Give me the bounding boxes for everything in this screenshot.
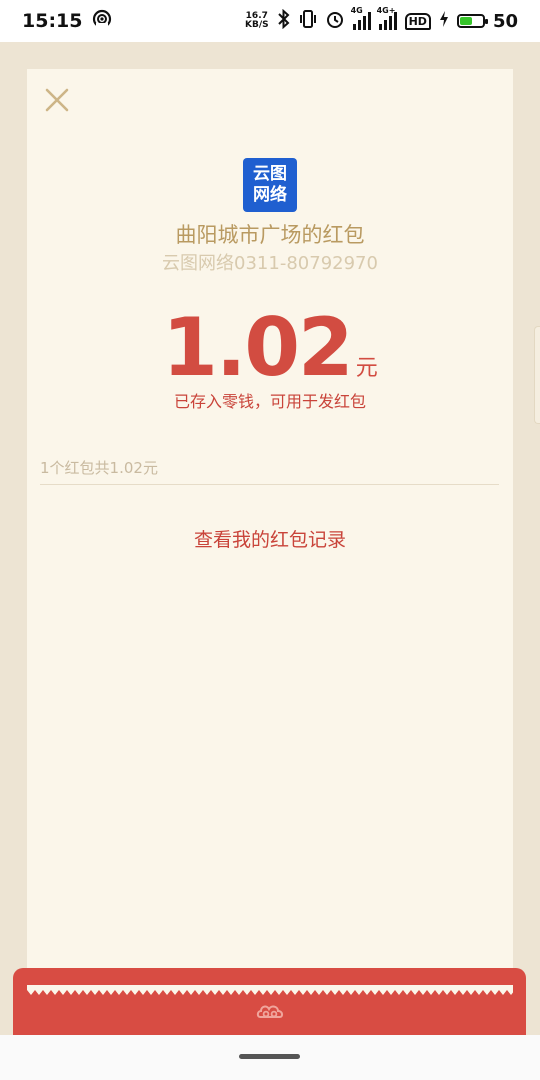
deposit-notice: 已存入零钱，可用于发红包 [173, 392, 366, 411]
sender-logo: 云图 网络 [243, 158, 297, 212]
logo-text-line1: 云图 [253, 164, 287, 184]
hd-voice-icon: HD [404, 12, 431, 30]
bluetooth-icon [277, 8, 291, 34]
red-packet-card: 云图 网络 曲阳城市广场的红包 云图网络0311-80792970 1.02 元 … [27, 69, 513, 991]
status-right: 16.7 KB/S 4G 4G+ HD 50 [245, 6, 518, 34]
amount-display: 1.02 元 [27, 301, 513, 394]
packet-summary: 1个红包共1.02元 [40, 459, 158, 477]
status-time: 15:15 [22, 10, 83, 32]
status-left: 15:15 [22, 9, 112, 34]
envelope-zigzag-edge [27, 985, 513, 995]
signal-icon: 4G [351, 6, 371, 30]
battery-fill [459, 17, 472, 25]
alarm-icon [325, 9, 345, 34]
net-speed: 16.7 KB/S [245, 12, 269, 30]
signal-type-label: 4G+ [376, 6, 396, 15]
view-records-link[interactable]: 查看我的红包记录 [27, 525, 513, 552]
close-icon[interactable] [44, 87, 70, 113]
sender-phone: 云图网络0311-80792970 [162, 253, 378, 274]
amount-value: 1.02 [162, 301, 353, 394]
charging-icon [439, 10, 449, 33]
logo-text-line2: 网络 [253, 185, 287, 205]
sender-name: 曲阳城市广场的红包 [175, 223, 365, 247]
status-bar: 15:15 16.7 KB/S 4G 4G+ HD 50 [0, 0, 540, 42]
vibrate-icon [299, 9, 317, 34]
battery-level: 50 [492, 10, 518, 32]
signal-type-label: 4G [350, 6, 363, 15]
envelope-bottom [13, 968, 526, 1035]
side-drawer-handle[interactable] [534, 326, 540, 424]
signal-icon: 4G+ [377, 6, 397, 30]
divider [40, 484, 499, 485]
amount-unit: 元 [355, 356, 378, 381]
home-gesture-bar[interactable] [239, 1054, 300, 1059]
cloud-icon [256, 1003, 284, 1021]
net-speed-unit: KB/S [244, 20, 269, 30]
battery-icon [456, 14, 488, 28]
hotspot-icon [92, 9, 112, 34]
